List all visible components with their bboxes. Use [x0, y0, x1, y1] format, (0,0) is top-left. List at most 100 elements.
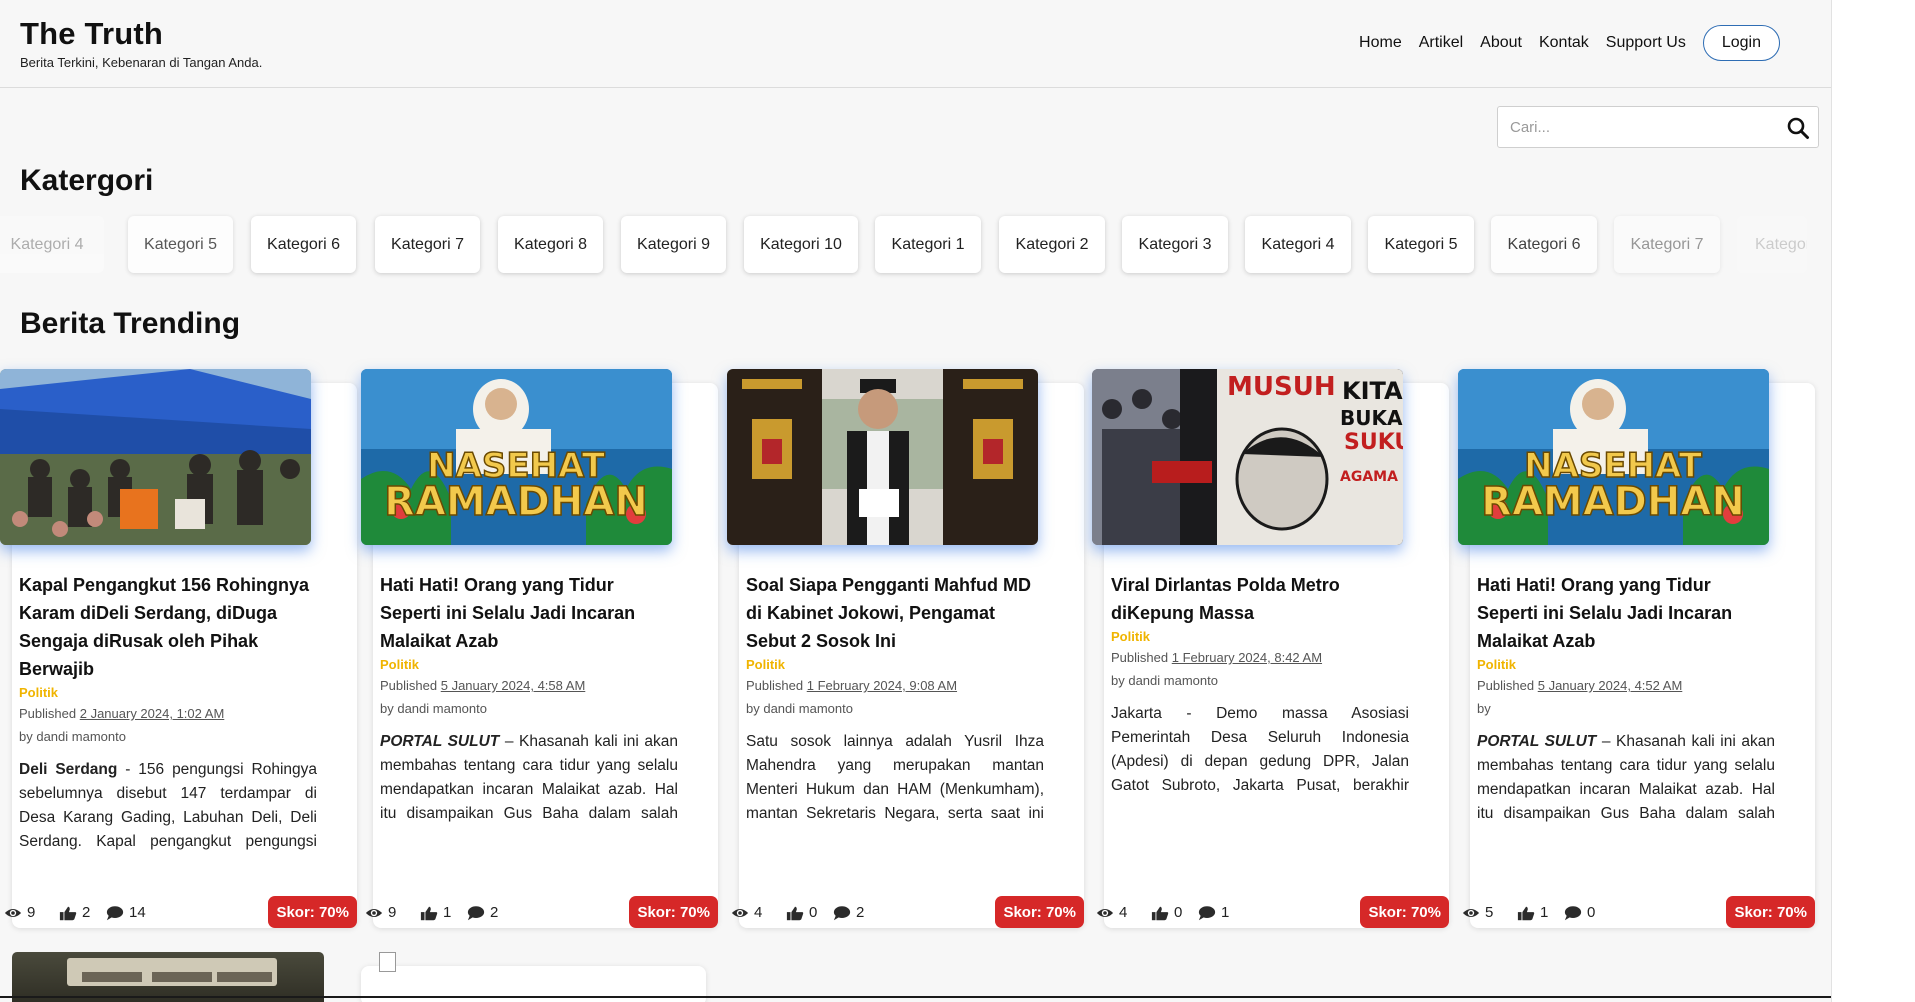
card-category[interactable]: Politik: [380, 657, 678, 672]
category-chip[interactable]: Kategori 10: [744, 216, 858, 273]
card-excerpt-text: Satu sosok lainnya adalah Yusril Ihza Ma…: [746, 733, 1044, 822]
search-input[interactable]: [1498, 107, 1778, 147]
nav-kontak[interactable]: Kontak: [1539, 34, 1589, 52]
views-count: 4: [1119, 904, 1128, 921]
comments-stat[interactable]: 14: [106, 904, 146, 921]
views-icon: [731, 908, 749, 917]
card-excerpt: PORTAL SULUT – Khasanah kali ini akan me…: [1477, 730, 1775, 826]
published-date: 1 February 2024, 9:08 AM: [806, 678, 958, 693]
category-chip[interactable]: Kategori 1: [875, 216, 981, 273]
category-chip[interactable]: Kategori 4: [1245, 216, 1351, 273]
card-title[interactable]: Hati Hati! Orang yang Tidur Seperti ini …: [1477, 571, 1775, 655]
likes-stat[interactable]: 1: [420, 904, 451, 921]
comment-icon: [467, 905, 485, 920]
card-author: by dandi mamonto: [380, 701, 487, 716]
news-card[interactable]: NASEHAT RAMADHAN Hati Hati! Orang yang T…: [361, 369, 718, 928]
card-body: Viral Dirlantas Polda Metro diKepung Mas…: [1111, 571, 1409, 798]
likes-count: 2: [82, 904, 91, 921]
card-image[interactable]: NASEHAT RAMADHAN: [1458, 369, 1769, 545]
category-chip[interactable]: Kategori 3: [1122, 216, 1228, 273]
category-chip[interactable]: Kategori 4: [0, 216, 104, 273]
comment-icon: [1198, 905, 1216, 920]
published-date: 1 February 2024, 8:42 AM: [1171, 650, 1323, 665]
svg-text:KITA: KITA: [1342, 377, 1403, 405]
like-icon: [1517, 906, 1535, 920]
category-chip[interactable]: Kategori 6: [251, 216, 356, 273]
news-card[interactable]: NASEHAT RAMADHAN Hati Hati! Orang yang T…: [1458, 369, 1815, 928]
comments-stat[interactable]: 2: [467, 904, 498, 921]
likes-stat[interactable]: 0: [786, 904, 817, 921]
card-body: Kapal Pengangkut 156 Rohingnya Karam diD…: [19, 571, 317, 854]
published-label: Published: [1477, 678, 1535, 693]
card-image[interactable]: [12, 952, 324, 1002]
login-button[interactable]: Login: [1702, 25, 1780, 61]
views-icon: [4, 908, 22, 917]
likes-stat[interactable]: 0: [1151, 904, 1182, 921]
nav-home[interactable]: Home: [1359, 34, 1402, 52]
score-badge: Skor: 70%: [1360, 896, 1449, 928]
published-label: Published: [380, 678, 438, 693]
site-header: The Truth Berita Terkini, Kebenaran di T…: [0, 0, 1831, 88]
card-category[interactable]: Politik: [1111, 629, 1409, 644]
likes-stat[interactable]: 1: [1517, 904, 1548, 921]
card-image[interactable]: [727, 369, 1038, 545]
category-chip[interactable]: Kategori 6: [1491, 216, 1597, 273]
card-published: Published 5 January 2024, 4:58 AM: [380, 678, 678, 693]
nav-support-us[interactable]: Support Us: [1606, 34, 1686, 52]
comments-stat[interactable]: 2: [833, 904, 864, 921]
comment-icon: [1564, 905, 1582, 920]
likes-count: 0: [809, 904, 818, 921]
card-title[interactable]: Kapal Pengangkut 156 Rohingnya Karam diD…: [19, 571, 317, 683]
news-card[interactable]: Soal Siapa Pengganti Mahfud MD di Kabine…: [727, 369, 1084, 928]
card-footer: 9 2 14 Skor: 70%: [4, 896, 357, 930]
category-chip[interactable]: Kategori 9: [621, 216, 726, 273]
broken-image-icon: [379, 952, 396, 972]
published-date: 2 January 2024, 1:02 AM: [79, 706, 225, 721]
category-chip[interactable]: Kategori 5: [128, 216, 233, 273]
card-title[interactable]: Hati Hati! Orang yang Tidur Seperti ini …: [380, 571, 678, 655]
card-category[interactable]: Politik: [1477, 657, 1775, 672]
category-chip[interactable]: Kategori 7: [1614, 216, 1720, 273]
category-chip[interactable]: Kategori 8: [498, 216, 603, 273]
card-title[interactable]: Viral Dirlantas Polda Metro diKepung Mas…: [1111, 571, 1409, 627]
card-image[interactable]: NASEHAT RAMADHAN: [361, 369, 672, 545]
card-author: by dandi mamonto: [1111, 673, 1218, 688]
news-card[interactable]: Kapal Pengangkut 156 Rohingnya Karam diD…: [0, 369, 357, 928]
svg-text:MUSUH: MUSUH: [1227, 372, 1336, 402]
published-date: 5 January 2024, 4:52 AM: [1537, 678, 1683, 693]
views-stat: 5: [1462, 904, 1493, 921]
card-footer: 4 0 1 Skor: 70%: [1096, 896, 1449, 930]
category-carousel[interactable]: Kategori 4 Kategori 5 Kategori 6 Kategor…: [0, 216, 1831, 276]
comments-count: 2: [856, 904, 865, 921]
card-title[interactable]: Soal Siapa Pengganti Mahfud MD di Kabine…: [746, 571, 1044, 655]
likes-stat[interactable]: 2: [59, 904, 90, 921]
category-chip[interactable]: Kategori 2: [999, 216, 1105, 273]
card-excerpt: Jakarta - Demo massa Asosiasi Pemerintah…: [1111, 702, 1409, 798]
card-image[interactable]: [0, 369, 311, 545]
views-count: 5: [1485, 904, 1494, 921]
categories-heading: Katergori: [20, 164, 154, 197]
card-category[interactable]: Politik: [19, 685, 317, 700]
published-label: Published: [1111, 650, 1169, 665]
site-title[interactable]: The Truth: [20, 16, 262, 52]
search-icon[interactable]: [1786, 116, 1810, 140]
category-chip[interactable]: Kategori 8: [1737, 216, 1807, 273]
views-count: 9: [388, 904, 397, 921]
card-category[interactable]: Politik: [746, 657, 1044, 672]
category-chip[interactable]: Kategori 7: [375, 216, 480, 273]
card-image[interactable]: MUSUH KITA BUKAN SUKU AGAMA: [1092, 369, 1403, 545]
comments-count: 14: [129, 904, 146, 921]
card-body: Hati Hati! Orang yang Tidur Seperti ini …: [380, 571, 678, 826]
views-icon: [1096, 908, 1114, 917]
card-author: by dandi mamonto: [19, 729, 126, 744]
comments-stat[interactable]: 0: [1564, 904, 1595, 921]
comment-icon: [106, 905, 124, 920]
nav-artikel[interactable]: Artikel: [1419, 34, 1463, 52]
card-footer: 9 1 2 Skor: 70%: [365, 896, 718, 930]
comments-stat[interactable]: 1: [1198, 904, 1229, 921]
news-card[interactable]: MUSUH KITA BUKAN SUKU AGAMA Viral Dirlan…: [1092, 369, 1449, 928]
nav-about[interactable]: About: [1480, 34, 1522, 52]
brand[interactable]: The Truth Berita Terkini, Kebenaran di T…: [20, 16, 262, 70]
category-chip[interactable]: Kategori 5: [1368, 216, 1474, 273]
card-excerpt: PORTAL SULUT – Khasanah kali ini akan me…: [380, 730, 678, 826]
